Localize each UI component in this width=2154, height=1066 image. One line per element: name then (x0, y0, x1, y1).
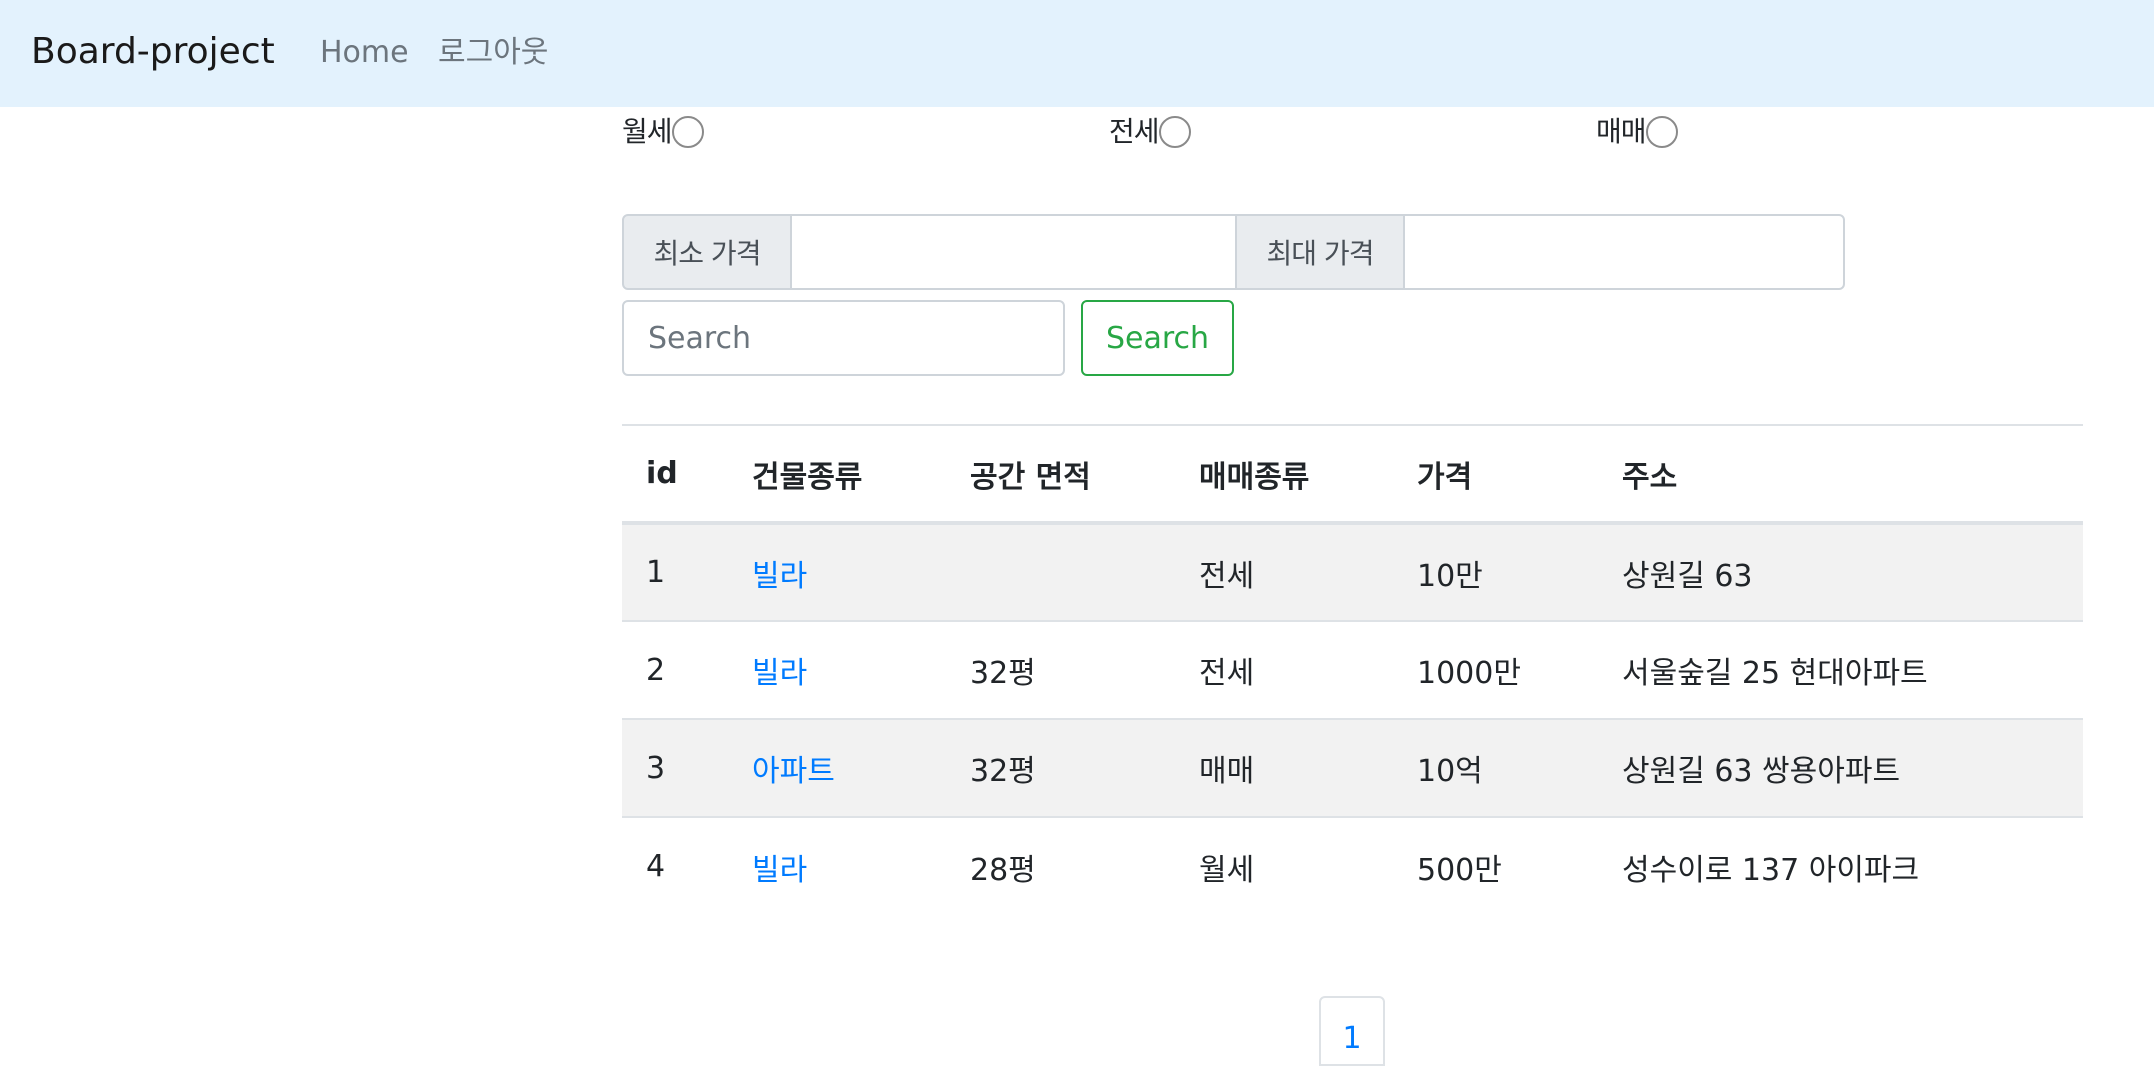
table-row: 2 빌라 32평 전세 1000만 서울숲길 25 현대아파트 (622, 620, 2083, 719)
cell-deal-type: 매매 (1175, 718, 1393, 817)
brand-link[interactable]: Board-project (31, 29, 275, 75)
cell-id: 2 (622, 620, 728, 719)
table-row: 3 아파트 32평 매매 10억 상원길 63 쌍용아파트 (622, 718, 2083, 817)
radio-jeonse-input[interactable] (1158, 116, 1191, 148)
cell-building-type: 빌라 (728, 522, 946, 621)
radio-jeonse-label: 전세 (1109, 115, 1160, 148)
table-row: 1 빌라 전세 10만 상원길 63 (622, 522, 2083, 621)
header-id: id (622, 424, 728, 525)
max-price-label: 최대 가격 (1235, 214, 1405, 290)
cell-deal-type: 전세 (1175, 620, 1393, 719)
cell-building-type: 빌라 (728, 620, 946, 719)
header-address: 주소 (1598, 424, 2083, 525)
header-deal-type: 매매종류 (1175, 424, 1393, 525)
search-input[interactable] (622, 300, 1065, 376)
price-range-group: 최소 가격 최대 가격 (622, 214, 1847, 290)
cell-id: 3 (622, 718, 728, 817)
cell-area: 32평 (946, 620, 1175, 719)
navbar: Board-project Home 로그아웃 (0, 0, 2154, 107)
listings-table: id 건물종류 공간 면적 매매종류 가격 주소 1 빌라 전세 10만 상원길… (622, 424, 2083, 915)
max-price-input[interactable] (1403, 214, 1845, 290)
header-area: 공간 면적 (946, 424, 1175, 525)
building-type-link[interactable]: 빌라 (752, 853, 807, 888)
cell-deal-type: 전세 (1175, 522, 1393, 621)
cell-id: 1 (622, 522, 728, 621)
cell-price: 500만 (1393, 816, 1598, 915)
building-type-link[interactable]: 빌라 (752, 559, 807, 594)
radio-jeonse[interactable]: 전세 (1109, 113, 1191, 151)
radio-sale-label: 매매 (1596, 115, 1647, 148)
building-type-link[interactable]: 아파트 (752, 754, 835, 789)
cell-address: 상원길 63 (1598, 522, 2083, 621)
min-price-input[interactable] (790, 214, 1237, 290)
cell-price: 10억 (1393, 718, 1598, 817)
header-price: 가격 (1393, 424, 1598, 525)
cell-address: 서울숲길 25 현대아파트 (1598, 620, 2083, 719)
cell-area (946, 522, 1175, 621)
min-price-label: 최소 가격 (622, 214, 792, 290)
radio-sale[interactable]: 매매 (1596, 113, 1678, 151)
nav-home-link[interactable]: Home (320, 33, 409, 73)
table-row: 4 빌라 28평 월세 500만 성수이로 137 아이파크 (622, 816, 2083, 915)
cell-area: 28평 (946, 816, 1175, 915)
pagination-page-1[interactable]: 1 (1319, 996, 1385, 1066)
cell-building-type: 빌라 (728, 816, 946, 915)
search-button[interactable]: Search (1081, 300, 1234, 376)
radio-monthly-rent[interactable]: 월세 (622, 113, 704, 151)
table-header-row: id 건물종류 공간 면적 매매종류 가격 주소 (622, 424, 2083, 525)
nav-logout-link[interactable]: 로그아웃 (438, 33, 548, 73)
cell-address: 상원길 63 쌍용아파트 (1598, 718, 2083, 817)
cell-price: 10만 (1393, 522, 1598, 621)
cell-area: 32평 (946, 718, 1175, 817)
cell-building-type: 아파트 (728, 718, 946, 817)
radio-sale-input[interactable] (1645, 116, 1678, 148)
cell-address: 성수이로 137 아이파크 (1598, 816, 2083, 915)
radio-monthly-rent-input[interactable] (671, 116, 704, 148)
cell-deal-type: 월세 (1175, 816, 1393, 915)
building-type-link[interactable]: 빌라 (752, 656, 807, 691)
radio-monthly-rent-label: 월세 (622, 115, 673, 148)
cell-id: 4 (622, 816, 728, 915)
cell-price: 1000만 (1393, 620, 1598, 719)
header-building-type: 건물종류 (728, 424, 946, 525)
